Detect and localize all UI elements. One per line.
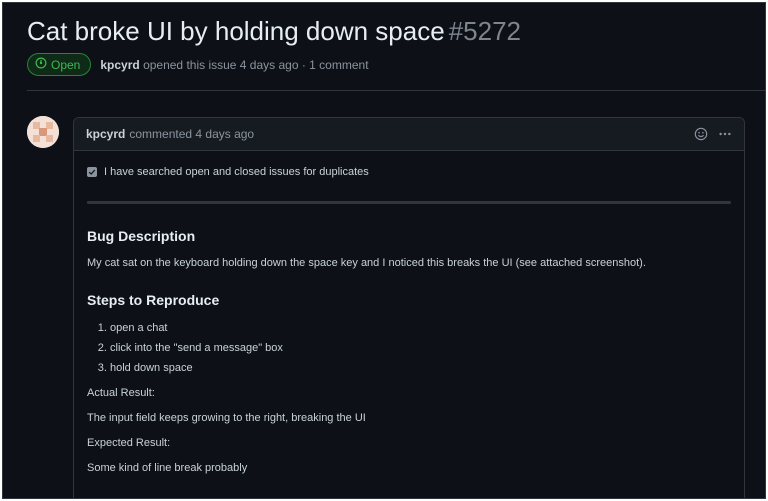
kebab-horizontal-icon[interactable] bbox=[718, 127, 732, 141]
expected-result-label: Expected Result: bbox=[87, 437, 171, 449]
comment-header: kpcyrd commented 4 days ago bbox=[74, 118, 744, 151]
task-item: I have searched open and closed issues f… bbox=[87, 166, 731, 178]
issue-title: Cat broke UI by holding down space bbox=[27, 16, 445, 46]
issue-page: Cat broke UI by holding down space #5272 … bbox=[2, 2, 766, 499]
checkmark-icon bbox=[88, 169, 96, 175]
comment-author-link[interactable]: kpcyrd bbox=[86, 127, 125, 141]
header-divider bbox=[27, 90, 765, 91]
comment-actions bbox=[694, 127, 732, 141]
issue-meta: Open kpcyrd opened this issue 4 days ago… bbox=[27, 53, 369, 76]
comment-box: kpcyrd commented 4 days ago I have searc… bbox=[73, 117, 745, 498]
bug-description-heading: Bug Description bbox=[87, 228, 196, 244]
list-item: open a chat bbox=[110, 322, 731, 334]
smiley-icon[interactable] bbox=[694, 127, 708, 141]
list-item: click into the "send a message" box bbox=[110, 342, 731, 354]
section-divider bbox=[87, 201, 731, 204]
avatar[interactable] bbox=[27, 116, 59, 148]
list-item: hold down space bbox=[110, 362, 731, 374]
issue-number: #5272 bbox=[448, 16, 522, 46]
comment-timestamp[interactable]: commented 4 days ago bbox=[129, 127, 254, 141]
issue-author-link[interactable]: kpcyrd bbox=[100, 58, 139, 72]
comment-body: I have searched open and closed issues f… bbox=[74, 166, 744, 474]
state-badge: Open bbox=[27, 53, 92, 76]
state-label: Open bbox=[51, 57, 81, 72]
task-label: I have searched open and closed issues f… bbox=[104, 166, 369, 178]
issue-title-row: Cat broke UI by holding down space #5272 bbox=[27, 16, 521, 47]
actual-result-label: Actual Result: bbox=[87, 387, 155, 399]
actual-result-text: The input field keeps growing to the rig… bbox=[87, 412, 366, 424]
bug-description-text: My cat sat on the keyboard holding down … bbox=[87, 257, 646, 269]
task-checkbox[interactable] bbox=[87, 167, 97, 177]
issue-opened-icon bbox=[35, 57, 47, 72]
issue-meta-text: kpcyrd opened this issue 4 days ago · 1 … bbox=[100, 58, 368, 72]
issue-meta-suffix: opened this issue 4 days ago · 1 comment bbox=[143, 57, 369, 72]
expected-result-text: Some kind of line break probably bbox=[87, 462, 248, 474]
steps-heading: Steps to Reproduce bbox=[87, 292, 220, 308]
steps-list: open a chat click into the "send a messa… bbox=[87, 322, 731, 374]
